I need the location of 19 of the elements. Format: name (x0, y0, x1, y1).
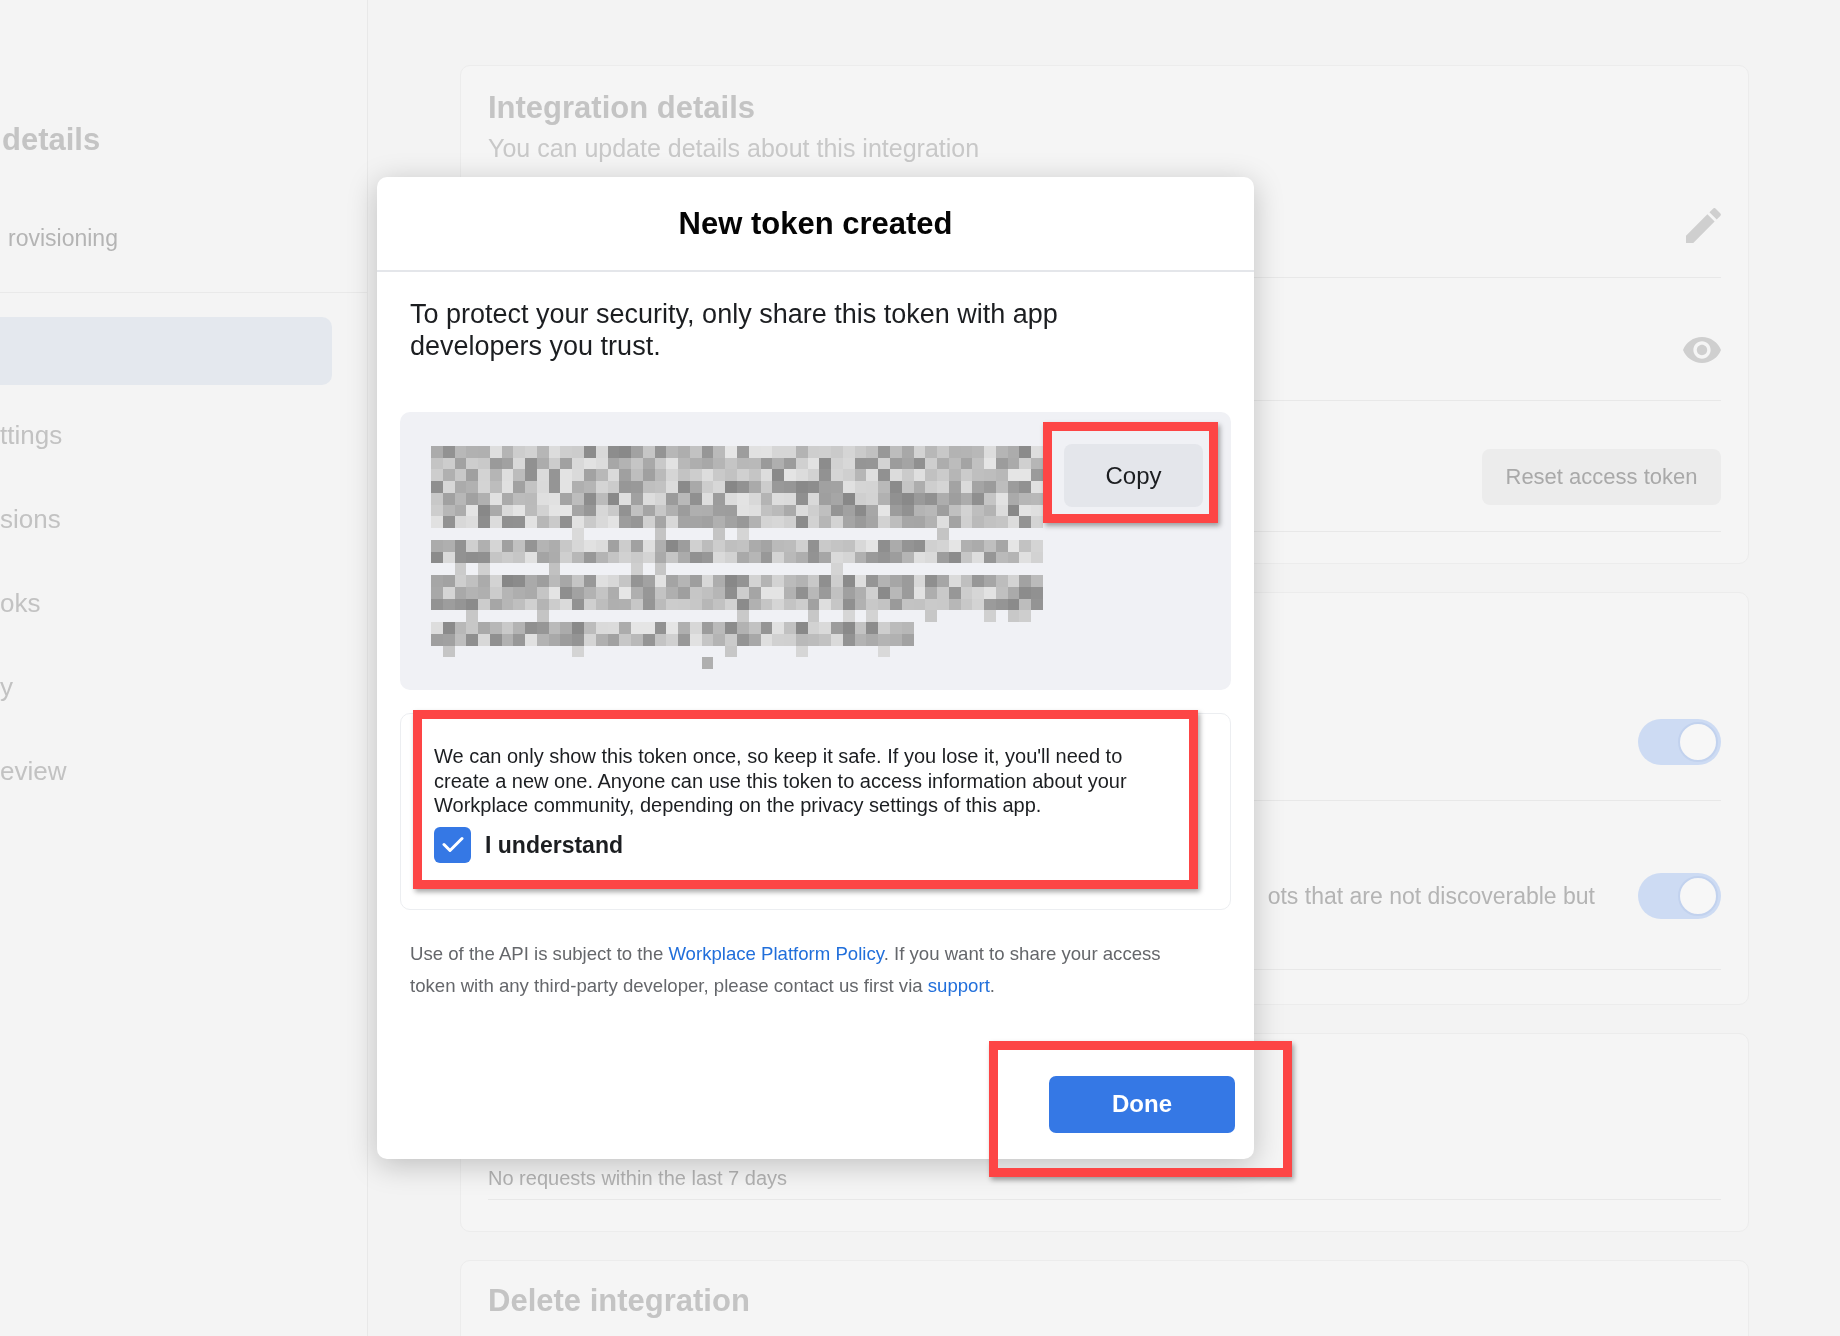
eye-icon[interactable] (1683, 336, 1721, 363)
toggle-switch[interactable] (1638, 872, 1721, 919)
inline-link[interactable]: support (927, 974, 990, 996)
policy-text: Use of the API is subject to the Workplace Platform Policy. If you want to share your access token with any third-party developer, please contact us first via support. (410, 941, 1162, 998)
pencil-icon[interactable] (1686, 207, 1721, 243)
done-button[interactable]: Done (1049, 1075, 1235, 1133)
intro-text: To protect your security, only share this token with app developers you trust. (410, 298, 1059, 362)
dialog-title: New token created (678, 204, 953, 243)
reset-token-button[interactable]: Reset access token (1482, 448, 1721, 505)
setting-description: ots that are not discoverable but (1267, 881, 1595, 911)
toggle-switch[interactable] (1638, 718, 1721, 765)
inline-link[interactable]: Workplace Platform Policy (668, 942, 884, 964)
warning-text: We can only show this token once, so keep it safe. If you lose it, you'll need to create a new one. Anyone can use this token to access information about your Workplace community, depending on the privacy settings of this app. (434, 744, 1128, 818)
checkbox-label[interactable]: I understand (485, 829, 623, 860)
activity-text: No requests within the last 7 days (488, 1166, 788, 1191)
sidebar-subtitle: rovisioning (8, 224, 118, 252)
checkbox[interactable] (434, 826, 471, 863)
copy-button[interactable]: Copy (1064, 444, 1203, 507)
checkmark-icon (441, 836, 464, 853)
